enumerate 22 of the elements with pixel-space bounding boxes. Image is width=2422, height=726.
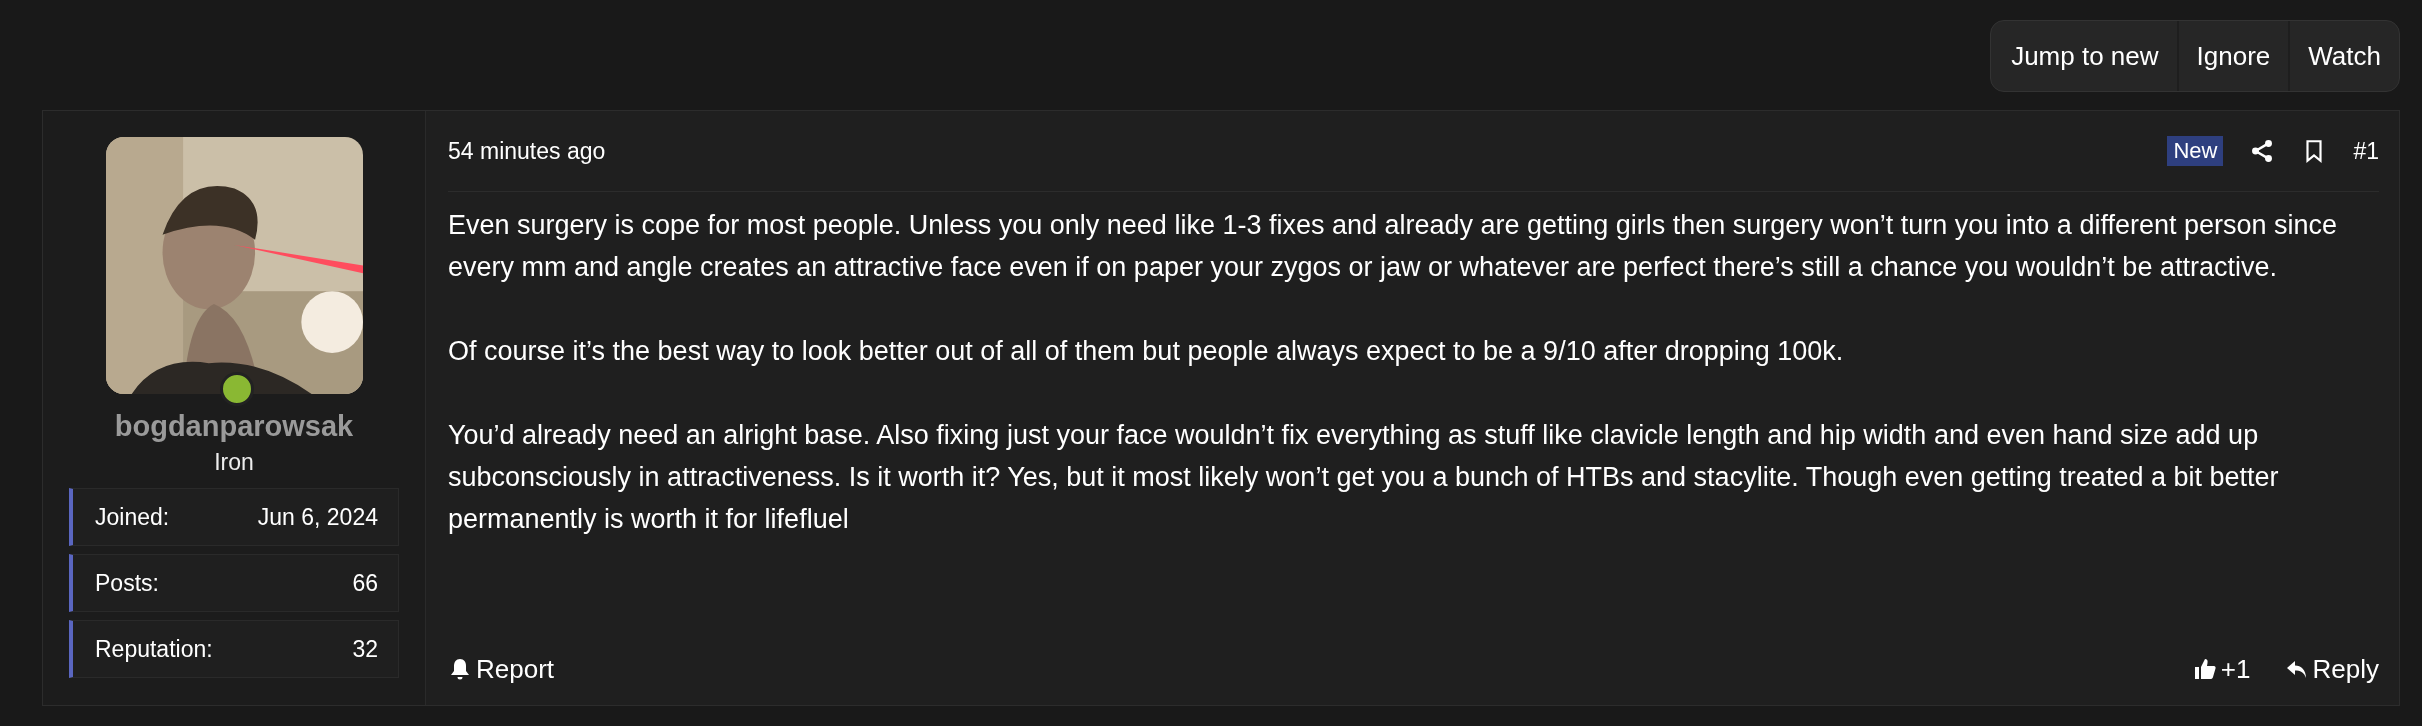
stat-value: Jun 6, 2024 [257,503,378,531]
thumbs-up-icon [2192,657,2217,681]
stat-value: 66 [352,569,378,597]
stat-label: Reputation: [95,635,213,663]
user-rank: Iron [214,449,254,476]
stat-label: Joined: [95,503,170,531]
like-button[interactable]: +1 [2192,653,2251,685]
stat-value: 32 [352,635,378,663]
post-paragraph: Even surgery is cope for most people. Unless you only need like 1-3 fixes and already are getting girls then surgery won’t turn you into a different person since every mm and angle creates an attractive face even if on paper your zygos or jaw or whatever are perfect there’s still a chance you wouldn’t be attractive. [448,209,2339,284]
stat-label: Posts: [95,569,159,597]
bell-icon [448,657,472,681]
post-paragraph: You’d already need an alright base. Also fixing just your face wouldn’t fix everything as stuff like clavicle length and hip width and even hand size add up subconsciously in attractiveness. Is it worth it? Yes, but it most likely won’t get you a bunch of HTBs and stacylite. Though even getting treated a bit better permanently is worth it for lifefluel [448,419,2280,536]
reply-button[interactable]: Reply [2284,653,2379,685]
thread-action-button[interactable]: Jump to new [1991,21,2177,91]
thread-action-button[interactable]: Ignore [2176,21,2289,91]
new-badge: New [2167,136,2224,166]
post-number[interactable]: #1 [2353,137,2379,165]
post-time[interactable]: 54 minutes ago [448,137,606,165]
username[interactable]: bogdanparowsak [114,410,354,443]
thread-action-button[interactable]: Watch [2288,21,2399,91]
report-button[interactable]: Report [448,653,555,685]
post-paragraph: Of course it’s the best way to look better out of all of them but people always expect to be a 9/10 after dropping 100k. [448,335,1845,368]
